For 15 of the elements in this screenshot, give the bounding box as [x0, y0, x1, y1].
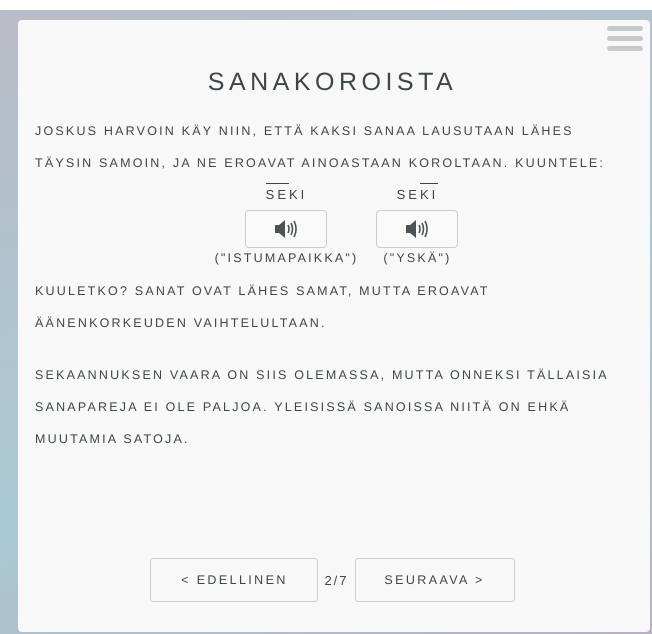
intro-text: JOSKUS HARVOIN KÄY NIIN, ETTÄ KAKSI SANAA LAUSUTAAN LÄHES TÄYSIN SAMOIN, JA NE EROAVAT AINOASTAAN KOROLTAAN. KUUNTELE:	[35, 123, 606, 172]
speaker-icon	[406, 220, 428, 238]
body-text: SEKAANNUKSEN VAARA ON SIIS OLEMASSA, MUTTA ONNEKSI TÄLLAISIA SANAPAREJA EI OLE PALJOA. YLEISISSÄ SANOISSA NIITÄ ON EHKÄ MUUTAMIA SATOJA.	[35, 367, 610, 448]
word-meaning: ("ISTUMAPAIKKA")	[214, 251, 358, 265]
previous-button[interactable]: < EDELLINEN	[150, 558, 318, 602]
next-button[interactable]: SEURAAVA >	[354, 558, 515, 602]
play-audio-button[interactable]	[245, 210, 328, 248]
play-audio-button[interactable]	[376, 210, 458, 248]
example-word: SE KI	[396, 179, 438, 205]
speaker-icon	[275, 220, 298, 238]
example-word: SE KI	[266, 179, 308, 205]
page-counter: 2/7	[324, 572, 349, 588]
word-meaning: ("YSKÄ")	[383, 251, 452, 265]
body-text: KUULETKO? SANAT OVAT LÄHES SAMAT, MUTTA EROAVAT ÄÄNENKORKEUDEN VAIHTELULTAAN.	[35, 283, 490, 332]
lesson-title: SANAKOROISTA	[206, 68, 458, 97]
